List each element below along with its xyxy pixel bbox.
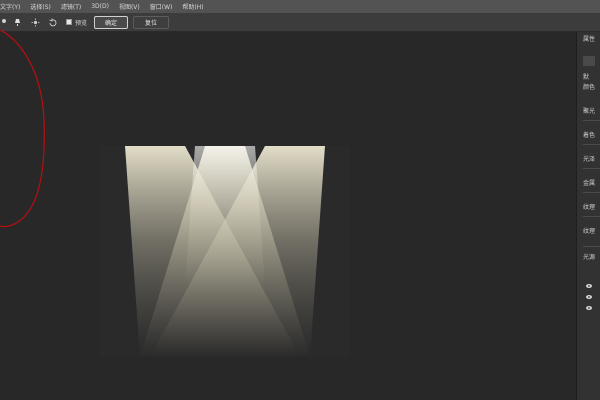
panel-gloss-label: 光泽 xyxy=(583,156,596,163)
slider-track[interactable] xyxy=(583,144,600,145)
preview-label: 预览 xyxy=(75,20,88,27)
panel-preset-label: 默 xyxy=(583,74,590,81)
slider-track[interactable] xyxy=(583,192,600,193)
lighting-preview-canvas[interactable] xyxy=(100,146,350,357)
menu-bar: 文字(Y) 选择(S) 滤镜(T) 3D(D) 视图(V) 窗口(W) 帮助(H… xyxy=(0,0,600,13)
panel-hotspot-label: 聚光 xyxy=(583,108,596,115)
panel-tool-button[interactable] xyxy=(583,56,595,66)
menu-window[interactable]: 窗口(W) xyxy=(150,2,173,11)
preview-checkbox[interactable] xyxy=(66,19,72,25)
eye-icon[interactable] xyxy=(586,306,592,310)
panel-texture2-label: 纹理 xyxy=(583,228,596,235)
options-bar: 预览 确定 复位 xyxy=(0,13,600,32)
slider-track[interactable] xyxy=(583,216,600,217)
panel-colorize-label: 着色 xyxy=(583,132,596,139)
reset-button[interactable]: 复位 xyxy=(133,16,169,29)
ok-button[interactable]: 确定 xyxy=(94,16,128,29)
panel-color-label: 颜色 xyxy=(583,84,596,91)
menu-view[interactable]: 视图(V) xyxy=(119,2,140,11)
panel-divider xyxy=(583,246,600,247)
slider-track[interactable] xyxy=(583,168,600,169)
spotlight-render xyxy=(100,146,350,357)
eye-icon[interactable] xyxy=(586,284,592,288)
red-annotation-stroke xyxy=(0,29,45,228)
panel-texture-label: 纹理 xyxy=(583,204,596,211)
menu-help[interactable]: 帮助(H) xyxy=(182,2,203,11)
eye-icon[interactable] xyxy=(586,295,592,299)
slider-track[interactable] xyxy=(583,120,600,121)
panel-metallic-label: 金属 xyxy=(583,180,596,187)
panel-lights-label: 光源 xyxy=(583,254,596,261)
panel-title: 属性 xyxy=(583,36,596,43)
menu-3d[interactable]: 3D(D) xyxy=(91,3,109,10)
properties-panel: 属性 默 颜色 聚光 着色 光泽 金属 纹理 纹理 光源 xyxy=(576,32,600,400)
menu-filter[interactable]: 滤镜(T) xyxy=(61,2,81,11)
